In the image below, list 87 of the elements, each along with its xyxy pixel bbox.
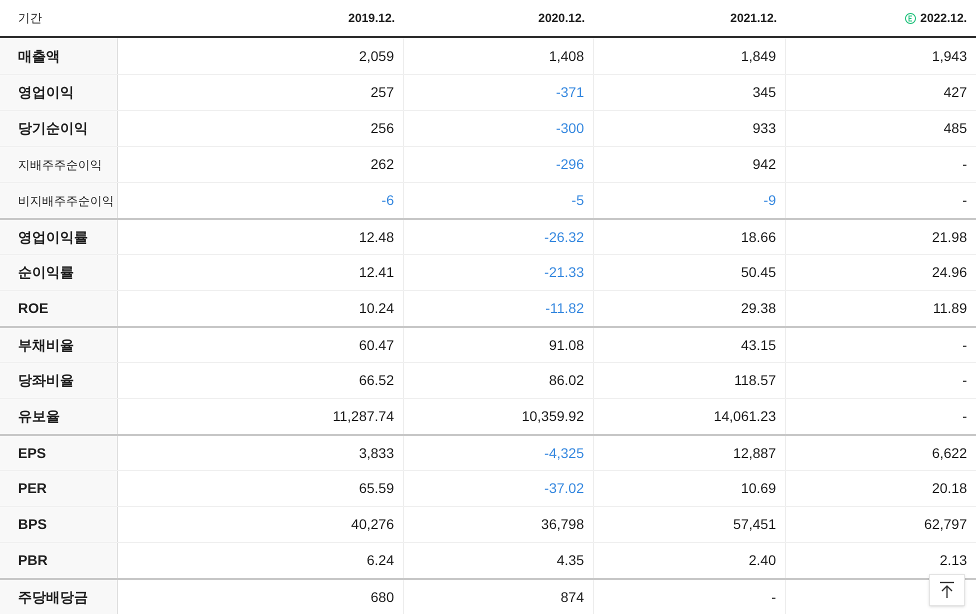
row-label: 지배주주순이익 [18,156,102,174]
table-cell-text: 10,359.92 [522,407,584,426]
table-cell-text: -11.82 [545,299,584,318]
table-cell-text: 10.24 [358,299,394,318]
table-cell-text: 2.13 [940,551,967,570]
table-cell-text: - [962,155,967,174]
table-cell-text: 874 [560,588,584,606]
table-cell-text: 6.24 [366,551,394,570]
table-cell-text: 427 [944,83,967,102]
column-header: 기간 [18,10,42,27]
table-cell-text: 62,797 [924,515,967,534]
table-cell-text: - [962,407,967,426]
table-cell-text: 257 [370,83,394,102]
row-label: 매출액 [18,46,60,66]
table-cell-text: 345 [752,83,776,102]
table-cell-text: 20.18 [932,479,967,498]
table-cell-text: 12.41 [358,263,394,282]
estimate-icon [905,12,916,24]
table-cell-text: 36,798 [541,515,584,534]
table-cell-text: 11.89 [933,299,967,318]
table-cell-text: 2.40 [748,551,776,570]
table-cell-text: 60.47 [358,336,394,354]
table-cell-text: -296 [556,155,584,174]
arrow-up-icon [939,581,955,599]
table-cell-text: - [962,191,967,210]
row-label: 영업이익 [18,83,74,102]
column-header: 2022.12. [920,10,967,27]
table-cell-text: - [771,588,776,606]
table-cell-text: 3,833 [358,444,394,462]
row-label: PER [18,479,47,498]
table-cell-text: 256 [370,119,394,138]
row-label: 영업이익률 [18,228,88,246]
table-cell-text: 6,622 [932,444,967,462]
table-cell-text: -9 [764,191,776,210]
table-cell-text: 65.59 [358,479,394,498]
row-label: 유보율 [18,407,60,426]
table-cell-text: 942 [752,155,776,174]
table-cell-text: 4.35 [556,551,584,570]
table-cell-text: 680 [370,588,394,606]
row-label: 당좌비율 [18,371,74,390]
table-cell-text: 933 [752,119,776,138]
table-cell-text: 1,849 [740,46,776,66]
table-cell-text: 118.57 [734,371,776,390]
table-cell-text: 66.52 [358,371,394,390]
row-label: PBR [18,551,48,570]
table-cell-text: 91.08 [548,336,584,354]
row-label: ROE [18,299,48,318]
table-cell-text: - [962,336,967,354]
table-cell-text: 12.48 [358,228,394,246]
row-label: 순이익률 [18,263,74,282]
table-cell-text: -37.02 [544,479,584,498]
table-cell-text: 29.38 [740,299,776,318]
table-cell-text: -5 [572,191,584,210]
table-cell-text: 21.98 [932,228,967,246]
table-cell-text: 86.02 [548,371,584,390]
table-cell-text: -21.33 [544,263,584,282]
table-cell-text: 11,287.74 [332,407,394,426]
scroll-to-top-button[interactable] [929,574,965,606]
table-cell-text: 43.15 [740,336,776,354]
table-cell-text: 262 [370,155,394,174]
table-cell-text: 485 [944,119,967,138]
column-header: 2021.12. [730,10,777,27]
row-label: 당기순이익 [18,119,88,138]
table-cell-text: 57,451 [733,515,776,534]
table-cell-text: -371 [556,83,584,102]
row-label: EPS [18,444,46,462]
row-label: 주당배당금 [18,588,88,606]
row-label: BPS [18,515,47,534]
table-cell-text: -300 [556,119,584,138]
column-header: 2019.12. [348,10,395,27]
column-header: 2020.12. [538,10,585,27]
table-cell-text: -6 [382,191,394,210]
table-cell-text: 50.45 [740,263,776,282]
table-cell-text: 18.66 [740,228,776,246]
table-cell-text: 1,408 [548,46,584,66]
table-cell-text: 40,276 [351,515,394,534]
table-cell-text: 24.96 [932,263,967,282]
table-cell-text: 2,059 [358,46,394,66]
table-cell-text: - [962,371,967,390]
table-cell-text: 1,943 [932,46,967,66]
table-cell-text: 10.69 [740,479,776,498]
row-label: 부채비율 [18,336,74,354]
table-cell-text: -4,325 [544,444,584,462]
table-cell-text: 14,061.23 [714,407,776,426]
table-cell-text: 12,887 [733,444,776,462]
row-label: 비지배주주순이익 [18,192,114,210]
table-cell-text: -26.32 [544,228,584,246]
